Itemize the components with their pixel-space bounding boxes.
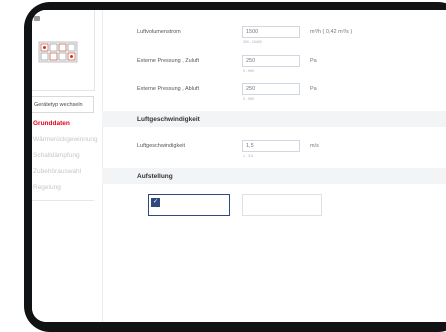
- exhaust-pressure-label: Externe Pressung , Abluft: [137, 86, 200, 92]
- setup-option-selected[interactable]: ✓: [148, 194, 230, 216]
- air-volume-unit: m³/h ( 0,42 m³/s ): [310, 29, 353, 35]
- air-speed-input[interactable]: 1,5: [242, 140, 300, 152]
- setup-section-header: Aufstellung: [102, 168, 446, 184]
- product-card[interactable]: [32, 10, 95, 91]
- nav-item-grunddaten[interactable]: Grunddaten: [33, 120, 70, 127]
- nav-item-accessories[interactable]: Zubehörauswahl: [33, 168, 81, 175]
- nav-item-heat-recovery[interactable]: Wärmerückgewinnung: [33, 136, 98, 143]
- menu-icon[interactable]: [34, 16, 40, 21]
- exhaust-pressure-range: 0 - 990: [243, 97, 254, 101]
- air-volume-label: Luftvolumenstrom: [137, 29, 181, 35]
- supply-pressure-label: Externe Pressung , Zuluft: [137, 58, 200, 64]
- app-screen: Gerätetyp wechseln Grunddaten Wärmerückg…: [32, 10, 446, 322]
- exhaust-pressure-input[interactable]: 250: [242, 83, 300, 95]
- checkmark-icon[interactable]: ✓: [151, 198, 160, 207]
- air-speed-unit: m/s: [310, 143, 319, 149]
- main-form: Luftvolumenstrom 1500 m³/h ( 0,42 m³/s )…: [102, 10, 446, 322]
- supply-pressure-range: 0 - 990: [243, 69, 254, 73]
- nav-item-sound-damping[interactable]: Schalldämpfung: [33, 152, 80, 159]
- air-volume-input[interactable]: 1500: [242, 26, 300, 38]
- setup-option-field[interactable]: [242, 194, 322, 216]
- nav-item-control[interactable]: Regelung: [33, 184, 61, 191]
- supply-pressure-input[interactable]: 250: [242, 55, 300, 67]
- exhaust-pressure-unit: Pa: [310, 86, 317, 92]
- switch-unit-type-button[interactable]: Gerätetyp wechseln: [32, 96, 94, 113]
- air-handling-unit-image: [38, 41, 78, 63]
- sidebar-divider: [32, 200, 94, 201]
- air-speed-range: 1 - 3,5: [243, 154, 253, 158]
- air-speed-label: Luftgeschwindigkeit: [137, 143, 186, 149]
- air-speed-section-header: Luftgeschwindigkeit: [102, 111, 446, 127]
- sidebar: Gerätetyp wechseln Grunddaten Wärmerückg…: [32, 10, 103, 322]
- supply-pressure-unit: Pa: [310, 58, 317, 64]
- air-volume-range: 300 - 10400: [243, 40, 262, 44]
